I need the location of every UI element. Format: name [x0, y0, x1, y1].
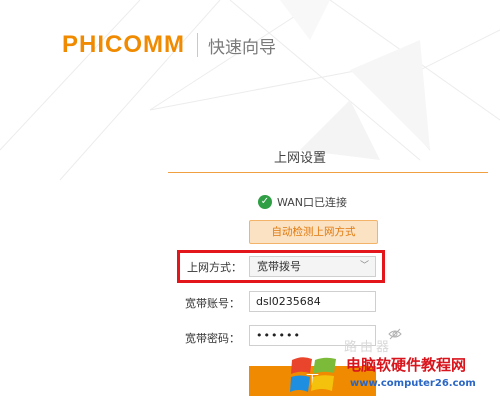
connection-type-select[interactable]: 宽带拨号 ﹀: [249, 256, 376, 277]
wan-status-text: WAN口已连接: [277, 196, 348, 209]
connection-type-label: 上网方式：: [187, 261, 242, 274]
connection-type-value: 宽带拨号: [257, 260, 301, 273]
header-divider: [197, 33, 198, 57]
phicomm-logo: PHICOMM: [62, 31, 185, 58]
wan-status: ✓ WAN口已连接: [258, 194, 347, 210]
section-divider: [168, 172, 488, 173]
chevron-down-icon: ﹀: [359, 261, 369, 271]
app-header: PHICOMM 快速向导: [62, 30, 276, 60]
check-circle-icon: ✓: [258, 195, 272, 209]
watermark-title: 电脑软硬件教程网: [346, 356, 467, 374]
password-label: 宽带密码：: [185, 332, 240, 345]
auto-detect-button[interactable]: 自动检测上网方式: [249, 220, 378, 244]
watermark: 路由器 电脑软硬件教程网 www.computer26.com: [290, 340, 500, 402]
watermark-faint-text: 路由器: [344, 340, 393, 355]
watermark-url: www.computer26.com: [350, 378, 476, 389]
account-label: 宽带账号：: [185, 297, 240, 310]
account-input[interactable]: dsl0235684: [249, 291, 376, 312]
windows-logo-icon: [290, 357, 336, 392]
section-title: 上网设置: [273, 151, 326, 166]
page-title: 快速向导: [208, 37, 276, 58]
